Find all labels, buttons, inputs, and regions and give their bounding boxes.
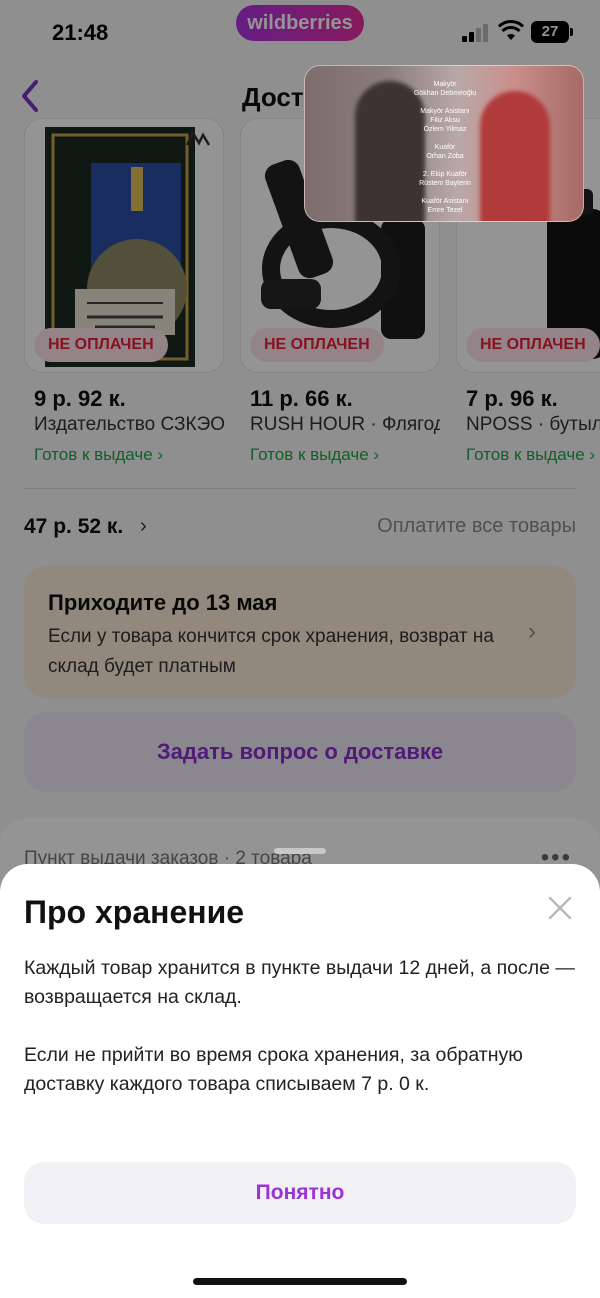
close-icon[interactable] <box>544 892 576 924</box>
home-indicator[interactable] <box>193 1278 407 1285</box>
sheet-paragraph: Каждый товар хранится в пункте выдачи 12… <box>24 957 575 1008</box>
storage-info-sheet: Про хранение Каждый товар хранится в пун… <box>0 848 600 1298</box>
ok-button[interactable]: Понятно <box>24 1162 576 1224</box>
sheet-grabber[interactable] <box>274 848 326 854</box>
sheet-body: Каждый товар хранится в пункте выдачи 12… <box>24 954 584 1099</box>
sheet-paragraph: Если не прийти во время срока хранения, … <box>24 1044 523 1095</box>
video-credits: Makyör Gökhan Debmeoğlu Makyör Asistanı Fi… <box>413 81 477 214</box>
sheet-title: Про хранение <box>24 894 245 930</box>
picture-in-picture-video[interactable]: Makyör Gökhan Debmeoğlu Makyör Asistanı Fi… <box>304 65 584 222</box>
